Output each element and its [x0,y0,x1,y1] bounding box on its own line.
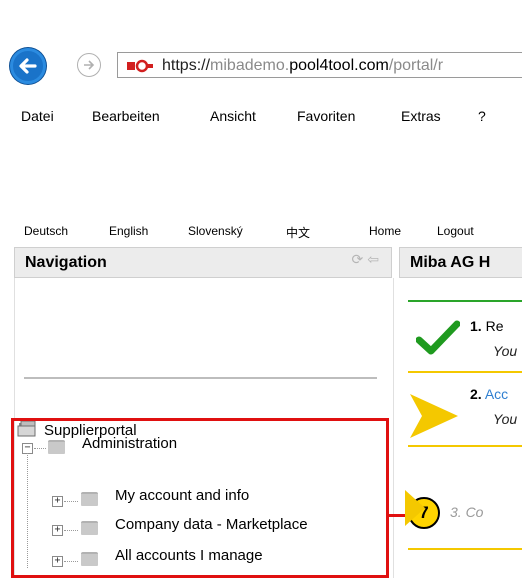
main-title: Miba AG H [410,254,491,271]
step-1-number: 1. [470,318,482,334]
browser-top-area [0,0,522,48]
step-divider-yellow [408,445,522,447]
language-bar: Deutsch English Slovenský 中文 Home Logout [0,224,522,242]
step-divider-green [408,300,522,302]
main-header: Miba AG H [399,247,522,278]
home-link[interactable]: Home [369,224,401,238]
step-arrow-icon [405,490,425,526]
logout-link[interactable]: Logout [437,224,474,238]
menu-datei[interactable]: Datei [21,108,54,124]
navigation-header-icons: ⟳⇦ [352,251,383,268]
navigation-header: Navigation ⟳⇦ [14,247,392,278]
forward-arrow-icon [84,60,95,70]
lang-slovensky[interactable]: Slovenský [188,224,243,238]
lang-deutsch[interactable]: Deutsch [24,224,68,238]
back-button[interactable] [10,48,46,84]
step-1-text: Re [485,318,504,334]
step-2-subtext: You [493,411,518,427]
highlight-box [11,418,389,578]
menu-ansicht[interactable]: Ansicht [210,108,256,124]
step-1-subtext: You [493,343,518,359]
menu-help[interactable]: ? [478,108,486,124]
url-domain: pool4tool.com [289,57,389,74]
refresh-icon[interactable]: ⟳ [352,251,368,267]
menu-extras[interactable]: Extras [401,108,441,124]
menu-bearbeiten[interactable]: Bearbeiten [92,108,160,124]
address-url: https://mibademo.pool4tool.com/portal/r [162,57,443,75]
checkmark-icon [416,320,460,355]
url-subdomain: mibademo. [210,57,290,74]
back-arrow-icon [19,58,37,74]
step-divider-yellow [408,371,522,373]
collapse-left-icon[interactable]: ⇦ [367,251,383,267]
step-2-label[interactable]: 2. Acc [470,386,508,402]
step-2-number: 2. [470,386,482,402]
lang-english[interactable]: English [109,224,148,238]
lang-chinese[interactable]: 中文 [286,224,310,241]
step-1-label[interactable]: 1. Re [470,318,503,334]
navigation-title: Navigation [25,254,107,271]
step-2-link[interactable]: Acc [485,386,508,402]
address-bar[interactable]: https://mibademo.pool4tool.com/portal/r [117,52,522,78]
navigation-divider [24,377,377,379]
step-3-label[interactable]: 3. Co [450,504,483,520]
step-divider-yellow [408,548,522,550]
url-scheme: https:// [162,57,211,74]
menu-bar: Datei Bearbeiten Ansicht Favoriten Extra… [0,103,522,129]
menu-favoriten[interactable]: Favoriten [297,108,355,124]
forward-button[interactable] [77,53,101,77]
step-arrow-icon [410,394,458,438]
url-path: /portal/r [388,57,444,74]
site-identity-icon [127,59,153,73]
